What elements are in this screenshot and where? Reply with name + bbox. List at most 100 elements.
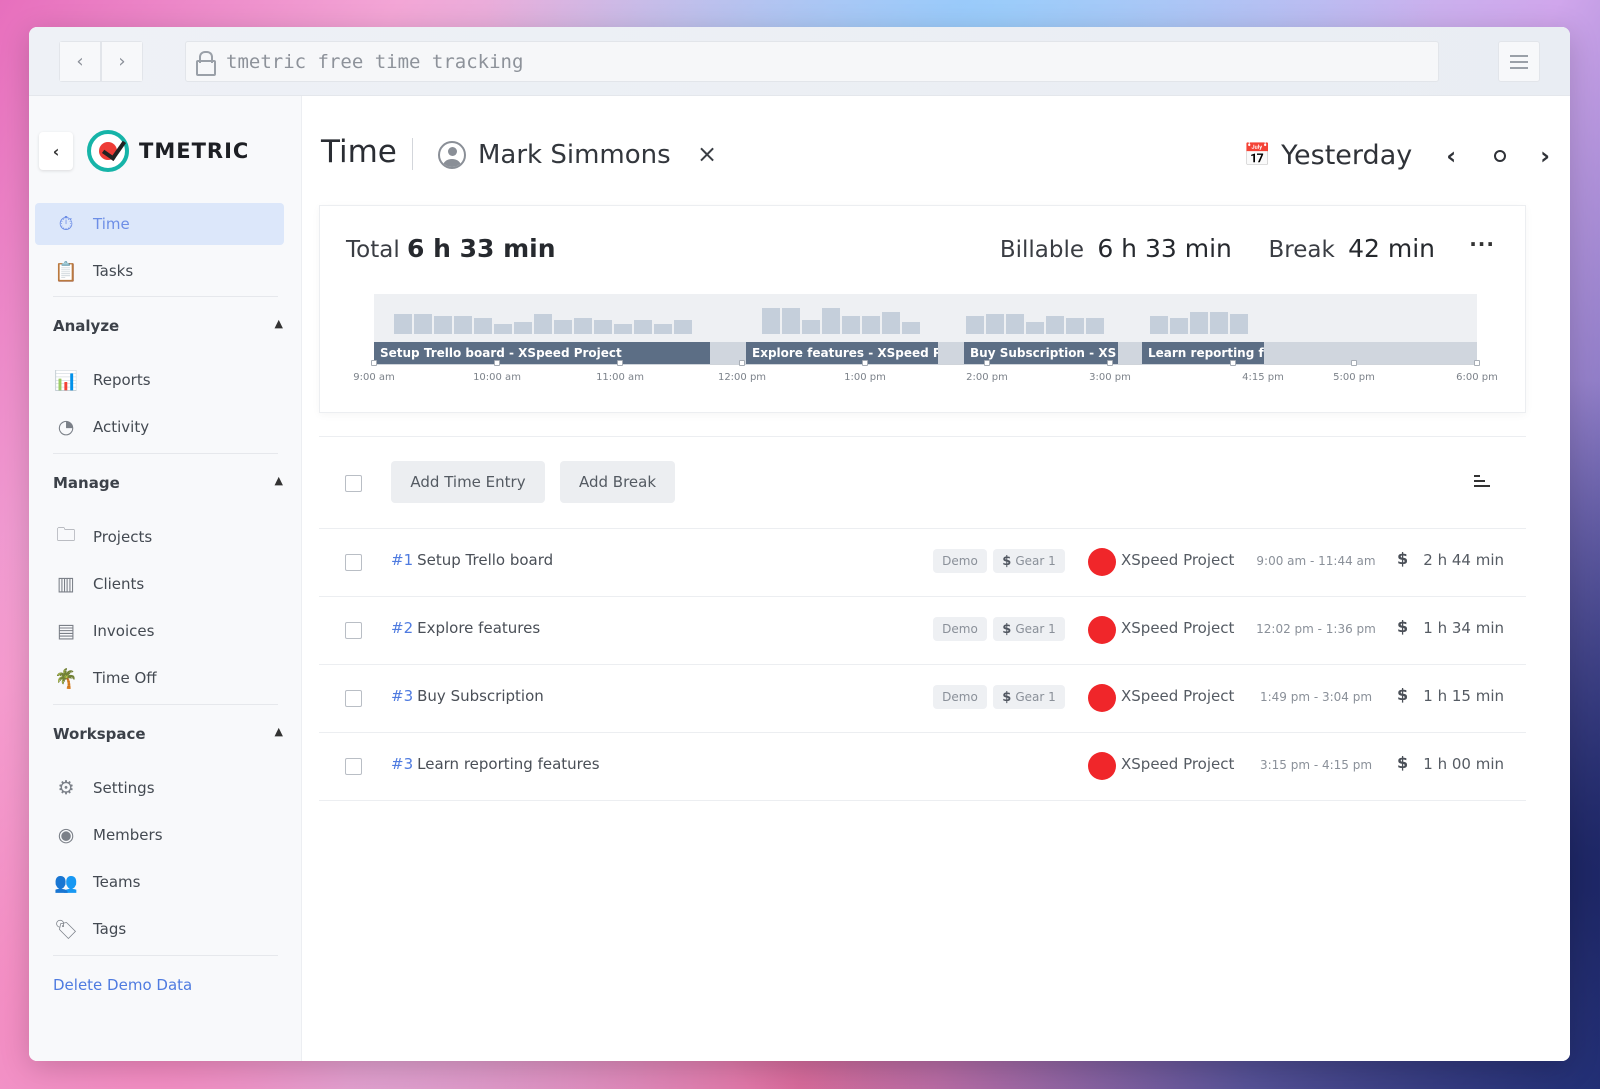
task-number[interactable]: #1 — [391, 551, 413, 569]
entry-title[interactable]: #2 Explore features — [391, 619, 540, 637]
project-name[interactable]: XSpeed Project — [1121, 619, 1234, 637]
add-time-entry-button[interactable]: Add Time Entry — [391, 461, 545, 503]
sidebar-item-members[interactable]: ◉ Members — [35, 814, 284, 856]
total-value: 6 h 33 min — [407, 234, 556, 263]
remove-user-filter-button[interactable]: × — [697, 140, 717, 168]
tag-demo[interactable]: Demo — [933, 685, 987, 709]
brand-name: TMETRIC — [139, 139, 250, 163]
timeline-label: 12:00 pm — [717, 372, 767, 383]
activity-bar — [454, 316, 472, 334]
divider — [53, 704, 278, 705]
collapse-sidebar-button[interactable]: ‹ — [39, 132, 73, 170]
sidebar-item-settings[interactable]: ⚙ Settings — [35, 767, 284, 809]
task-number[interactable]: #2 — [391, 619, 413, 637]
tag-gear[interactable]: $ Gear 1 — [993, 549, 1065, 573]
time-range[interactable]: 9:00 am - 11:44 am — [1253, 554, 1379, 568]
timeline-segment-explore-features[interactable]: Explore features - XSpeed Pr — [746, 342, 938, 364]
entry-title[interactable]: #3 Buy Subscription — [391, 687, 544, 705]
more-options-icon[interactable]: ··· — [1469, 232, 1495, 256]
sidebar-item-invoices[interactable]: ▤ Invoices — [35, 610, 284, 652]
select-all-checkbox[interactable] — [345, 475, 362, 492]
task-number[interactable]: #3 — [391, 755, 413, 773]
chevron-up-icon: ▲ — [274, 317, 283, 330]
tag-gear[interactable]: $ Gear 1 — [993, 685, 1065, 709]
project-name[interactable]: XSpeed Project — [1121, 687, 1234, 705]
stopwatch-icon: ⏱ — [58, 213, 74, 235]
delete-demo-data-link[interactable]: Delete Demo Data — [53, 976, 192, 994]
timeline-break — [938, 342, 964, 364]
activity-bar — [882, 312, 900, 334]
sidebar-item-teams[interactable]: 👥 Teams — [35, 861, 284, 903]
forward-button[interactable]: › — [101, 41, 143, 82]
brand-logo[interactable]: TMETRIC — [87, 130, 249, 172]
task-name: Buy Subscription — [417, 687, 544, 705]
time-range[interactable]: 3:15 pm - 4:15 pm — [1253, 758, 1379, 772]
project-name[interactable]: XSpeed Project — [1121, 755, 1234, 773]
time-range[interactable]: 1:49 pm - 3:04 pm — [1253, 690, 1379, 704]
previous-day-button[interactable]: ‹ — [1446, 142, 1456, 170]
section-workspace-toggle[interactable]: Workspace ▲ — [53, 725, 283, 743]
sidebar-item-projects[interactable]: 🗀 Projects — [35, 516, 284, 558]
sidebar-item-time-off[interactable]: 🌴 Time Off — [35, 657, 284, 699]
timeline-segment-learn-reporting[interactable]: Learn reporting fe — [1142, 342, 1264, 364]
entry-title[interactable]: #1 Setup Trello board — [391, 551, 553, 569]
table-row[interactable]: #3 Learn reporting features XSpeed Projec… — [319, 733, 1526, 801]
entry-title[interactable]: #3 Learn reporting features — [391, 755, 600, 773]
time-summary-card: Total 6 h 33 min Billable 6 h 33 min Bre… — [319, 205, 1526, 413]
sidebar-item-reports[interactable]: 📊 Reports — [35, 359, 284, 401]
tag-demo[interactable]: Demo — [933, 617, 987, 641]
billable-icon[interactable]: $ — [1397, 617, 1408, 636]
billable-icon[interactable]: $ — [1397, 549, 1408, 568]
time-range[interactable]: 12:02 pm - 1:36 pm — [1253, 622, 1379, 636]
duration[interactable]: 1 h 34 min — [1423, 619, 1504, 637]
tag-demo[interactable]: Demo — [933, 549, 987, 573]
break-value: 42 min — [1348, 234, 1435, 263]
duration[interactable]: 1 h 15 min — [1423, 687, 1504, 705]
billable-break-summary: Billable 6 h 33 min Break 42 min — [1000, 234, 1435, 263]
billable-icon[interactable]: $ — [1397, 685, 1408, 704]
address-bar[interactable]: tmetric free time tracking — [185, 41, 1439, 82]
duration[interactable]: 2 h 44 min — [1423, 551, 1504, 569]
sidebar-item-label: Time — [93, 215, 130, 233]
activity-bar — [1006, 314, 1024, 334]
table-row[interactable]: #3 Buy Subscription Demo $ Gear 1 XSpeed P… — [319, 665, 1526, 733]
activity-gauge-icon: ◔ — [57, 416, 75, 438]
table-row[interactable]: #2 Explore features Demo $ Gear 1 XSpeed P… — [319, 597, 1526, 665]
next-day-button[interactable]: › — [1540, 142, 1550, 170]
invoice-icon: ▤ — [57, 620, 75, 642]
user-filter[interactable]: Mark Simmons — [438, 140, 671, 170]
project-name[interactable]: XSpeed Project — [1121, 551, 1234, 569]
sort-icon[interactable] — [1474, 475, 1490, 489]
tag-label: Gear 1 — [1015, 622, 1056, 636]
calendar-icon[interactable]: 📅 — [1244, 143, 1271, 168]
activity-bar — [986, 314, 1004, 334]
today-button[interactable] — [1494, 149, 1507, 162]
add-break-button[interactable]: Add Break — [560, 461, 675, 503]
sidebar-item-clients[interactable]: ▥ Clients — [35, 563, 284, 605]
browser-settings-button[interactable] — [1498, 41, 1540, 82]
sidebar-item-tasks[interactable]: 📋 Tasks — [35, 250, 284, 292]
activity-bar — [762, 308, 780, 334]
row-checkbox[interactable] — [345, 690, 362, 707]
project-color-icon — [1088, 548, 1116, 576]
billable-icon[interactable]: $ — [1397, 753, 1408, 772]
row-checkbox[interactable] — [345, 758, 362, 775]
back-button[interactable]: ‹ — [59, 41, 101, 82]
task-number[interactable]: #3 — [391, 687, 413, 705]
sidebar-item-activity[interactable]: ◔ Activity — [35, 406, 284, 448]
duration[interactable]: 1 h 00 min — [1423, 755, 1504, 773]
timeline-tick — [617, 360, 623, 366]
timeline-tick — [862, 360, 868, 366]
sliders-icon — [1510, 54, 1528, 69]
date-picker[interactable]: Yesterday — [1281, 140, 1412, 171]
row-checkbox[interactable] — [345, 622, 362, 639]
tag-gear[interactable]: $ Gear 1 — [993, 617, 1065, 641]
sidebar-item-label: Clients — [93, 575, 145, 593]
section-analyze-toggle[interactable]: Analyze ▲ — [53, 317, 283, 335]
row-checkbox[interactable] — [345, 554, 362, 571]
sidebar-item-tags[interactable]: 🏷 Tags — [35, 908, 284, 950]
section-manage-toggle[interactable]: Manage ▲ — [53, 474, 283, 492]
sidebar-item-time[interactable]: ⏱ Time — [35, 203, 284, 245]
table-row[interactable]: #1 Setup Trello board Demo $ Gear 1 XSpeed… — [319, 529, 1526, 597]
timeline-segment-setup-trello[interactable]: Setup Trello board - XSpeed Project — [374, 342, 710, 364]
